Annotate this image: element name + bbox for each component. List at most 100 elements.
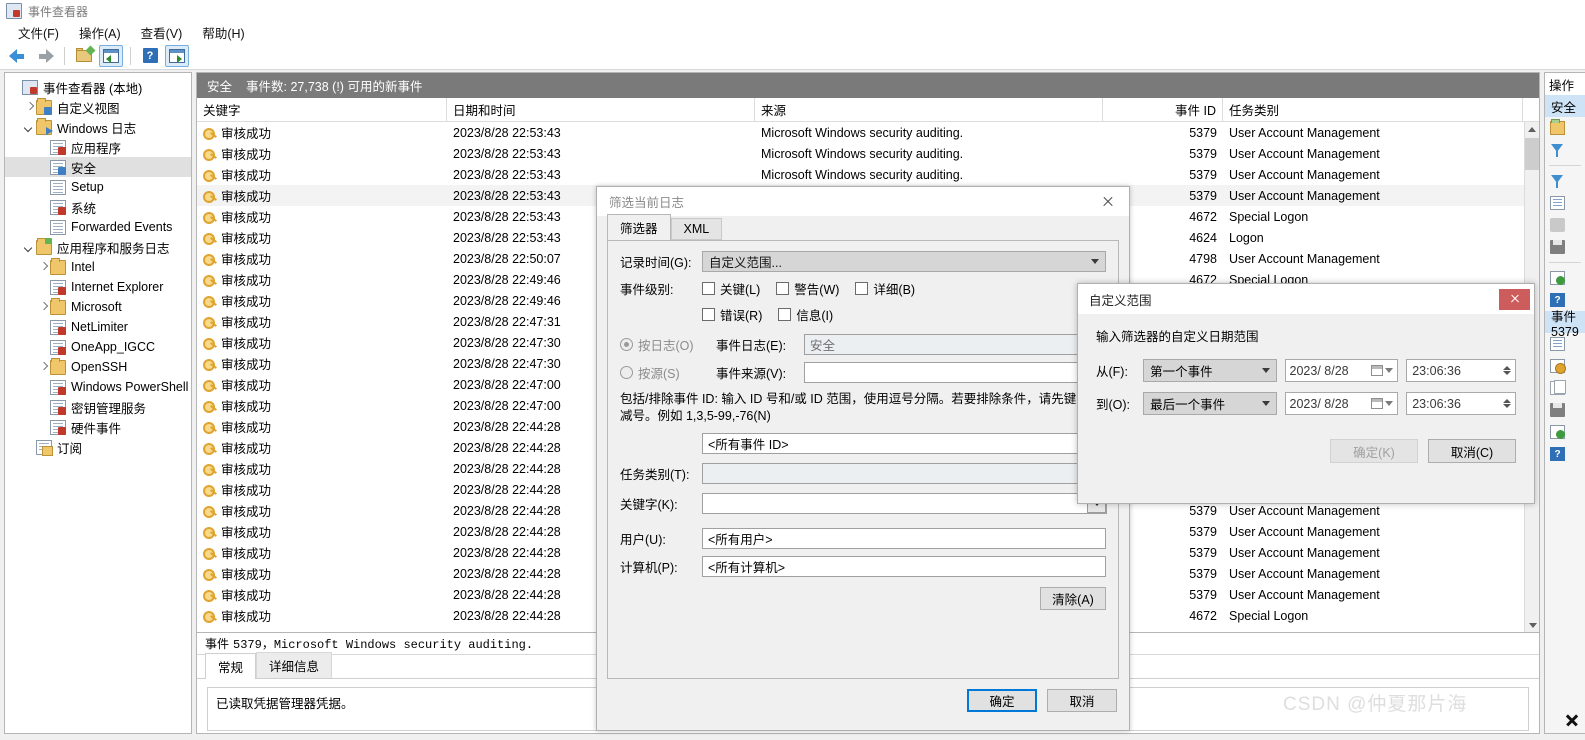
tab-xml[interactable]: XML xyxy=(670,218,723,240)
chevron-closed-icon[interactable] xyxy=(37,361,50,374)
action-refresh-event[interactable] xyxy=(1545,421,1585,443)
user-input[interactable]: <所有用户> xyxy=(702,528,1106,549)
menu-item-help[interactable]: 帮助(H) xyxy=(192,21,254,44)
tree-item-label: 安全 xyxy=(71,161,97,176)
column-header-keyword[interactable]: 关键字 xyxy=(197,98,447,121)
ok-button[interactable]: 确定 xyxy=(967,689,1037,712)
checkbox-error[interactable]: 错误(R) xyxy=(702,305,762,324)
tree-item-5[interactable]: Setup xyxy=(5,177,191,197)
tree-item-10[interactable]: Internet Explorer xyxy=(5,277,191,297)
show-hide-action-pane-button[interactable] xyxy=(165,44,189,67)
chevron-open-icon[interactable] xyxy=(23,121,36,134)
open-saved-log-button[interactable] xyxy=(72,45,96,67)
radio-by-log[interactable]: 按日志(O) xyxy=(620,335,716,354)
tree-item-14[interactable]: OpenSSH xyxy=(5,357,191,377)
tree-item-11[interactable]: Microsoft xyxy=(5,297,191,317)
column-header-task[interactable]: 任务类别 xyxy=(1223,98,1523,121)
range-from-time[interactable]: 23:06:36 xyxy=(1406,359,1517,382)
radio-by-source[interactable]: 按源(S) xyxy=(620,363,716,382)
table-row[interactable]: 审核成功 2023/8/28 22:53:43 Microsoft Windows … xyxy=(197,164,1524,185)
chevron-open-icon[interactable] xyxy=(23,241,36,254)
checkbox-verbose[interactable]: 详细(B) xyxy=(855,279,915,298)
checkbox-label: 关键(L) xyxy=(720,283,761,297)
filter-dialog-close-button[interactable] xyxy=(1087,187,1129,216)
action-save-selected-events[interactable] xyxy=(1545,399,1585,421)
tree-item-16[interactable]: 密钥管理服务 xyxy=(5,397,191,417)
range-to-date[interactable]: 2023/ 8/28 xyxy=(1284,392,1399,415)
tree-item-0[interactable]: 事件查看器 (本地) xyxy=(5,77,191,97)
close-detail-icon[interactable] xyxy=(1565,713,1579,727)
menu-item-action[interactable]: 操作(A) xyxy=(69,21,131,44)
range-from-date[interactable]: 2023/ 8/28 xyxy=(1284,359,1399,382)
checkbox-critical[interactable]: 关键(L) xyxy=(702,279,760,298)
range-to-select[interactable]: 最后一个事件 xyxy=(1143,392,1277,415)
tree-item-7[interactable]: Forwarded Events xyxy=(5,217,191,237)
cancel-button[interactable]: 取消 xyxy=(1047,689,1117,712)
tree-item-15[interactable]: Windows PowerShell xyxy=(5,377,191,397)
tab-details[interactable]: 详细信息 xyxy=(256,652,333,678)
task-category-input[interactable] xyxy=(702,463,1107,484)
key-icon xyxy=(203,337,216,350)
tree-item-17[interactable]: 硬件事件 xyxy=(5,417,191,437)
computer-input[interactable]: <所有计算机> xyxy=(702,556,1106,577)
tree-item-18[interactable]: 订阅 xyxy=(5,437,191,457)
scroll-down-button[interactable] xyxy=(1525,618,1539,633)
forward-button[interactable] xyxy=(33,45,57,67)
tree-item-9[interactable]: Intel xyxy=(5,257,191,277)
action-create-custom-view[interactable] xyxy=(1545,139,1585,161)
column-header-datetime[interactable]: 日期和时间 xyxy=(447,98,755,121)
time-spinner[interactable] xyxy=(1503,366,1513,375)
column-header-source[interactable]: 来源 xyxy=(755,98,1103,121)
clear-button[interactable]: 清除(A) xyxy=(1040,587,1106,610)
action-filter-current-log[interactable] xyxy=(1545,170,1585,192)
action-find[interactable] xyxy=(1545,214,1585,236)
range-cancel-button[interactable]: 取消(C) xyxy=(1428,439,1516,463)
range-to-time[interactable]: 23:06:36 xyxy=(1406,392,1517,415)
action-attach-task[interactable] xyxy=(1545,355,1585,377)
action-copy[interactable] xyxy=(1545,377,1585,399)
back-button[interactable] xyxy=(6,45,30,67)
checkbox-warning[interactable]: 警告(W) xyxy=(776,279,839,298)
action-refresh[interactable] xyxy=(1545,267,1585,289)
tree-item-4[interactable]: 安全 xyxy=(5,157,191,177)
range-from-select[interactable]: 第一个事件 xyxy=(1143,359,1277,382)
table-row[interactable]: 审核成功 2023/8/28 22:53:43 Microsoft Windows … xyxy=(197,122,1524,143)
action-help-event[interactable]: ? xyxy=(1545,443,1585,465)
table-row[interactable]: 审核成功 2023/8/28 22:53:43 Microsoft Windows … xyxy=(197,143,1524,164)
chevron-closed-icon[interactable] xyxy=(23,101,36,114)
range-ok-button[interactable]: 确定(K) xyxy=(1330,439,1418,463)
action-properties[interactable] xyxy=(1545,192,1585,214)
range-dialog-close-button[interactable] xyxy=(1499,288,1530,310)
action-open-saved-log[interactable] xyxy=(1545,117,1585,139)
tree-item-6[interactable]: 系统 xyxy=(5,197,191,217)
scroll-thumb[interactable] xyxy=(1525,138,1539,170)
range-from-label: 从(F): xyxy=(1096,365,1128,379)
column-header-eventid[interactable]: 事件 ID xyxy=(1103,98,1223,121)
chevron-closed-icon[interactable] xyxy=(37,261,50,274)
tree-item-13[interactable]: OneApp_IGCC xyxy=(5,337,191,357)
tab-general[interactable]: 常规 xyxy=(205,653,257,679)
event-source-input[interactable] xyxy=(804,362,1107,383)
event-id-input[interactable]: <所有事件 ID> xyxy=(702,433,1106,454)
menu-item-view[interactable]: 查看(V) xyxy=(131,21,193,44)
checkbox-information[interactable]: 信息(I) xyxy=(778,305,833,324)
chevron-closed-icon[interactable] xyxy=(37,301,50,314)
event-log-input[interactable]: 安全 xyxy=(804,334,1107,355)
tree-item-8[interactable]: 应用程序和服务日志 xyxy=(5,237,191,257)
help-button[interactable]: ? xyxy=(138,45,162,67)
tree-item-3[interactable]: 应用程序 xyxy=(5,137,191,157)
menu-item-file[interactable]: 文件(F) xyxy=(8,21,69,44)
action-save-all-events[interactable] xyxy=(1545,236,1585,258)
show-hide-console-tree-button[interactable] xyxy=(99,44,123,67)
scroll-up-button[interactable] xyxy=(1525,122,1539,137)
tree-item-1[interactable]: 自定义视图 xyxy=(5,97,191,117)
refresh-icon xyxy=(1550,271,1565,285)
tree-item-12[interactable]: NetLimiter xyxy=(5,317,191,337)
tab-filter[interactable]: 筛选器 xyxy=(607,214,671,241)
cell-keyword: 审核成功 xyxy=(197,249,447,268)
keywords-input[interactable] xyxy=(702,493,1107,514)
tree-item-2[interactable]: Windows 日志 xyxy=(5,117,191,137)
range-from-time-value: 23:06:36 xyxy=(1412,363,1461,378)
time-spinner[interactable] xyxy=(1503,399,1513,408)
logged-time-select[interactable]: 自定义范围... xyxy=(702,251,1106,272)
